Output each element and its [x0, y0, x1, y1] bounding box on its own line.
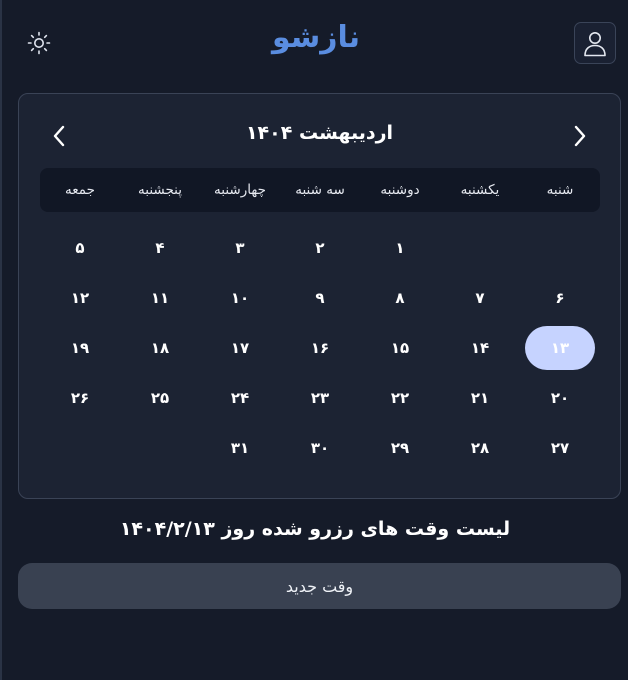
day-number: ۱۳: [525, 326, 595, 370]
calendar-day[interactable]: ۲۸: [440, 423, 520, 473]
calendar-day[interactable]: ۷: [440, 273, 520, 323]
day-number: ۱۶: [310, 339, 330, 357]
calendar-day[interactable]: ۱۷: [200, 323, 280, 373]
calendar-day[interactable]: ۱۵: [360, 323, 440, 373]
day-number: ۲۴: [230, 389, 250, 407]
day-number: ۲۱: [470, 389, 490, 407]
calendar-day[interactable]: ۲۹: [360, 423, 440, 473]
calendar-day[interactable]: ۲۰: [520, 373, 600, 423]
day-number: ۳۰: [310, 439, 330, 457]
calendar-day[interactable]: ۳۰: [280, 423, 360, 473]
calendar-day[interactable]: ۲۷: [520, 423, 600, 473]
calendar-day[interactable]: ۳۱: [200, 423, 280, 473]
calendar-day[interactable]: ۱۱: [120, 273, 200, 323]
empty-day-cell: [40, 423, 120, 473]
new-appointment-button[interactable]: وقت جدید: [18, 563, 621, 609]
weekday-label: دوشنبه: [380, 182, 420, 198]
chevron-right-icon: [574, 125, 586, 147]
header: نازشو: [2, 0, 628, 88]
calendar-day[interactable]: ۲۳: [280, 373, 360, 423]
day-number: ۴: [155, 239, 165, 257]
weekday-label: جمعه: [65, 182, 95, 198]
calendar-header: اردیبهشت ۱۴۰۴: [19, 116, 620, 156]
weekday-label: چهارشنبه: [214, 182, 266, 198]
calendar-day[interactable]: ۹: [280, 273, 360, 323]
calendar-day[interactable]: ۲۱: [440, 373, 520, 423]
calendar-day[interactable]: ۴: [120, 223, 200, 273]
day-number: ۲۷: [550, 439, 570, 457]
day-number: ۲: [315, 239, 325, 257]
day-number: ۱۸: [150, 339, 170, 357]
calendar-day[interactable]: ۲۶: [40, 373, 120, 423]
profile-button[interactable]: [574, 22, 616, 64]
calendar-days-grid: ۱ ۲ ۳ ۴ ۵ ۶ ۷ ۸ ۹ ۱۰ ۱۱ ۱۲ ۱۳ ۱۴ ۱۵ ۱۶ ۱۷ ۱۸ ۱۹ ۲۰ ۲۱ ۲۲ ۲۳ ۲۴ ۲…: [40, 223, 600, 473]
day-number: ۱۱: [150, 289, 170, 307]
day-number: ۲۶: [70, 389, 90, 407]
calendar-day[interactable]: ۲۴: [200, 373, 280, 423]
reserved-list-title: لیست وقت های رزرو شده روز ۱۴۰۴/۲/۱۳: [119, 518, 511, 540]
calendar-day[interactable]: ۲: [280, 223, 360, 273]
day-number: ۲۲: [390, 389, 410, 407]
user-icon: [584, 32, 606, 57]
app-logo[interactable]: نازشو: [2, 20, 628, 55]
calendar-card: اردیبهشت ۱۴۰۴ شنبه یکشنبه دوشنبه سه شنبه…: [18, 93, 621, 499]
day-number: ۱۷: [230, 339, 250, 357]
day-number: ۸: [395, 289, 405, 307]
calendar-day[interactable]: ۳: [200, 223, 280, 273]
calendar-day[interactable]: ۱۴: [440, 323, 520, 373]
day-number: ۲۳: [310, 389, 330, 407]
day-number: ۱: [395, 239, 405, 257]
day-number: ۲۹: [390, 439, 410, 457]
day-number: ۵: [75, 239, 85, 257]
calendar-day[interactable]: ۲۲: [360, 373, 440, 423]
month-title: اردیبهشت ۱۴۰۴: [245, 122, 394, 144]
weekday-label: پنجشنبه: [138, 182, 182, 198]
calendar-day[interactable]: ۵: [40, 223, 120, 273]
calendar-day-selected[interactable]: ۱۳: [520, 323, 600, 373]
day-number: ۲۰: [550, 389, 570, 407]
day-number: ۳۱: [230, 439, 250, 457]
day-number: ۶: [555, 289, 565, 307]
calendar-day[interactable]: ۱: [360, 223, 440, 273]
weekday-header-row: شنبه یکشنبه دوشنبه سه شنبه چهارشنبه پنجش…: [40, 168, 600, 212]
day-number: ۳: [235, 239, 245, 257]
day-number: ۱۲: [70, 289, 90, 307]
app-window: نازشو اردیبهشت ۱۴۰۴ شنبه یکشنبه دوشنبه س…: [0, 0, 628, 680]
day-number: ۱۴: [470, 339, 490, 357]
calendar-day[interactable]: ۶: [520, 273, 600, 323]
empty-day-cell: [120, 423, 200, 473]
day-number: ۹: [315, 289, 325, 307]
calendar-day[interactable]: ۱۰: [200, 273, 280, 323]
calendar-day[interactable]: ۸: [360, 273, 440, 323]
weekday-label: شنبه: [546, 182, 574, 198]
day-number: ۷: [475, 289, 485, 307]
calendar-day[interactable]: ۱۲: [40, 273, 120, 323]
next-month-button[interactable]: [564, 120, 596, 152]
calendar-day[interactable]: ۱۹: [40, 323, 120, 373]
day-number: ۲۸: [470, 439, 490, 457]
empty-day-cell: [520, 223, 600, 273]
calendar-day[interactable]: ۱۸: [120, 323, 200, 373]
day-number: ۱۵: [390, 339, 410, 357]
day-number: ۲۵: [150, 389, 170, 407]
day-number: ۱۹: [70, 339, 90, 357]
empty-day-cell: [440, 223, 520, 273]
day-number: ۱۰: [230, 289, 250, 307]
calendar-day[interactable]: ۱۶: [280, 323, 360, 373]
calendar-day[interactable]: ۲۵: [120, 373, 200, 423]
weekday-label: یکشنبه: [460, 182, 500, 198]
weekday-label: سه شنبه: [295, 182, 345, 198]
